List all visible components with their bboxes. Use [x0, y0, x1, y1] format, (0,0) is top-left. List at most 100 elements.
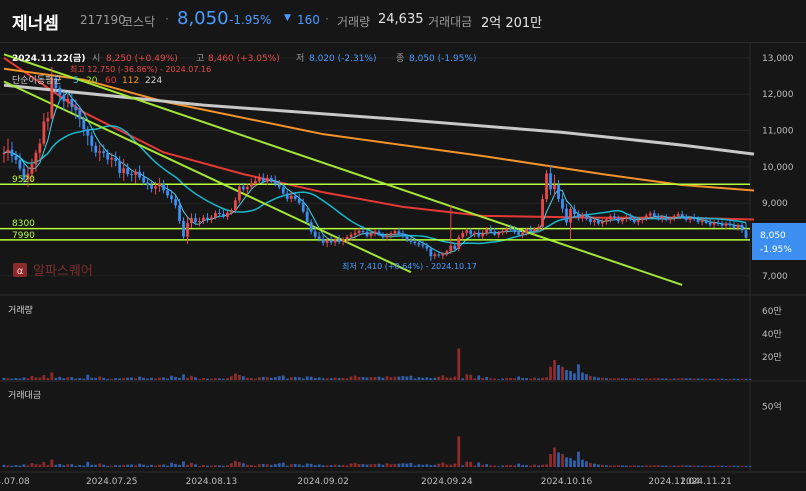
volume-bar: [361, 377, 365, 380]
volume-bar: [553, 360, 556, 380]
volume-tick-label: 40만: [762, 329, 782, 340]
candle-body: [581, 214, 584, 218]
amount-bar: [114, 465, 118, 467]
candle-body: [313, 231, 317, 237]
ma-224-line: [3, 83, 755, 156]
volume-bar: [345, 378, 349, 380]
candle-body: [361, 230, 365, 232]
candle-body: [301, 202, 305, 212]
amount-bar: [477, 462, 481, 467]
candle-body: [736, 224, 740, 228]
volume-bar: [26, 378, 30, 380]
candle-body: [329, 240, 333, 243]
price-chart[interactable]: 13,000 12,000 11,000 10,000 9,000 7,000 60만 40만…: [0, 42, 806, 491]
candle-body: [94, 145, 98, 153]
stock-name[interactable]: 제너셈: [12, 9, 59, 34]
amount-bar: [648, 465, 652, 467]
candle-body: [341, 239, 345, 242]
volume-bar: [18, 378, 22, 380]
volume-bar: [2, 377, 6, 380]
candle-body: [477, 232, 481, 237]
amount-bar: [158, 464, 161, 467]
candle-body: [178, 205, 181, 221]
volume-bar: [30, 376, 34, 380]
volume-bar: [14, 378, 18, 380]
volume-bar: [134, 378, 138, 380]
amount-bar: [110, 465, 114, 467]
amount-bar: [225, 465, 229, 467]
amount-bar: [106, 465, 110, 467]
volume-bar: [389, 377, 393, 380]
volume-bar: [349, 376, 353, 380]
amount-bar: [94, 464, 98, 467]
volume-bar: [38, 377, 42, 380]
volume-bar: [728, 378, 732, 380]
price-tick-label: 13,000: [762, 54, 794, 64]
downtrend-line-2: [3, 53, 683, 286]
amount-bar: [712, 465, 716, 467]
candle-body: [38, 143, 42, 153]
volume-bar: [604, 378, 608, 380]
volume-bar: [628, 378, 632, 380]
volume-bar: [22, 377, 26, 380]
separator-dot: ·: [325, 12, 329, 26]
amount-bar: [102, 464, 106, 467]
amount-bar: [325, 465, 329, 467]
amount-bar: [704, 465, 708, 467]
volume-bar: [166, 378, 169, 380]
candle-body: [110, 157, 114, 160]
candle-body: [381, 234, 385, 238]
amount-bar: [461, 465, 465, 467]
ma-legend-224: 224: [145, 76, 162, 86]
volume-bar: [656, 378, 660, 380]
candle-body: [357, 230, 361, 233]
volume-bar: [465, 374, 469, 380]
volume-bar: [640, 378, 644, 380]
amount-bar: [664, 465, 668, 467]
candle-body: [517, 232, 521, 235]
candle-body: [493, 231, 497, 235]
candle-body: [333, 239, 337, 243]
volume-bar: [537, 378, 540, 380]
price-tag: 8,050 -1.95%: [752, 223, 806, 260]
separator-dot: ·: [165, 12, 169, 26]
candle-body: [225, 212, 229, 217]
volume-bar: [118, 378, 122, 380]
amount-bar: [297, 464, 301, 467]
volume-bar: [720, 378, 724, 380]
amount-tick-label: 50억: [762, 400, 782, 412]
volume-bar: [409, 375, 413, 380]
candle-body: [261, 177, 265, 182]
volume-bar: [329, 378, 333, 380]
amount-bar: [481, 464, 485, 467]
volume-bar: [106, 378, 110, 380]
price-tick-label: 9,000: [762, 199, 788, 209]
amount-bar: [329, 465, 333, 467]
candle-body: [429, 248, 433, 257]
volume-bar: [593, 376, 596, 380]
amount-bar: [597, 464, 600, 467]
candle-body: [533, 228, 536, 232]
volume-bar: [732, 378, 736, 380]
amount-bar: [194, 464, 197, 467]
amount-bar: [553, 447, 556, 467]
candle-body: [293, 195, 297, 199]
volume-bar: [130, 377, 134, 380]
amount-bar: [58, 463, 62, 467]
amount-bar: [652, 465, 656, 467]
candle-body: [245, 186, 249, 190]
volume-bar: [636, 378, 640, 380]
volume-bar: [589, 375, 592, 380]
amount-bar: [672, 465, 676, 467]
volume-bar: [269, 377, 273, 380]
amount-bar: [50, 459, 54, 467]
volume-bar: [493, 378, 497, 380]
amount-bar: [130, 464, 134, 467]
stock-header: 제너셈 217190 코스닥 · 8,050 -1.95% ▼ 160 · 거래…: [0, 0, 806, 43]
ma-legend-112: 112: [122, 76, 139, 86]
candle-body: [628, 216, 632, 220]
candle-body: [700, 220, 704, 223]
volume-bar: [150, 377, 153, 380]
candle-body: [253, 181, 257, 184]
amount-bar: [620, 465, 624, 467]
